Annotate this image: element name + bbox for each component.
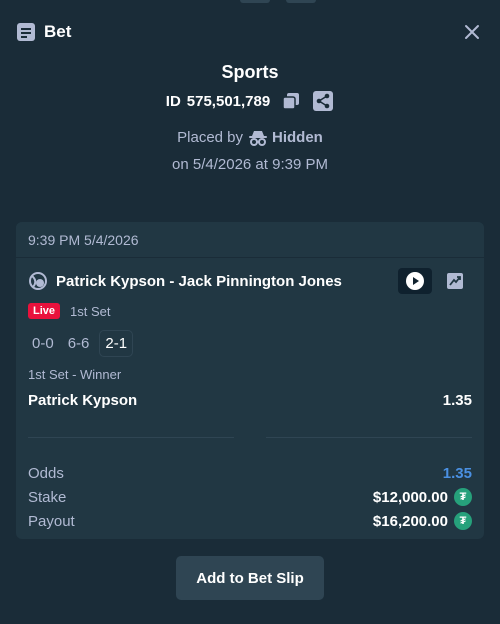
sport-title: Sports: [221, 62, 279, 82]
tether-icon: ₮: [454, 512, 472, 530]
stake-value-wrap: $12,000.00 ₮: [373, 488, 472, 506]
bet-totals: Odds 1.35 Stake $12,000.00 ₮ Payout $16,…: [28, 461, 472, 533]
selection-name: Patrick Kypson: [28, 392, 138, 409]
match-status-row: Live 1st Set: [28, 302, 472, 320]
score-sets: 0-0: [32, 334, 54, 352]
score-set-1: 6-6: [67, 334, 90, 352]
placed-by-username: Hidden: [272, 129, 323, 146]
stats-icon: [447, 273, 463, 289]
live-badge: Live: [28, 303, 61, 319]
live-stream-button[interactable]: [398, 268, 432, 294]
payout-value: $16,200.00: [372, 512, 448, 530]
bet-id-value: 575,501,789: [186, 92, 271, 110]
copy-icon: [282, 93, 300, 110]
copy-button[interactable]: [280, 90, 302, 112]
stake-row: Stake $12,000.00 ₮: [28, 485, 472, 509]
share-icon: [313, 91, 334, 111]
market-name: 1st Set - Winner: [28, 367, 122, 382]
placed-by-user: Hidden: [249, 129, 323, 146]
odds-label: Odds: [28, 464, 64, 482]
stats-button[interactable]: [438, 268, 472, 294]
odds-row: Odds 1.35: [28, 461, 472, 485]
play-icon: [406, 272, 424, 290]
placed-by-row: Placed by Hidden: [0, 129, 500, 146]
payout-row: Payout $16,200.00 ₮: [28, 509, 472, 533]
top-strip: [0, 0, 500, 6]
bet-slip-icon: [16, 22, 36, 42]
tether-icon: ₮: [454, 488, 472, 506]
divider: [28, 437, 472, 439]
selection-odds: 1.35: [442, 392, 472, 409]
bet-card-timestamp: 9:39 PM 5/4/2026: [16, 222, 484, 258]
tennis-ball-icon: [28, 271, 48, 291]
score-row: 0-0 6-6 2-1: [28, 329, 472, 357]
add-to-bet-slip-button[interactable]: Add to Bet Slip: [176, 556, 324, 600]
placed-by-label: Placed by: [177, 129, 244, 146]
payout-value-wrap: $16,200.00 ₮: [373, 512, 472, 530]
match-period: 1st Set: [70, 303, 111, 319]
stake-value: $12,000.00: [372, 488, 448, 506]
bet-card: 9:39 PM 5/4/2026 Patrick Kypson - Jack P…: [16, 222, 484, 539]
close-icon: [465, 25, 479, 39]
share-button[interactable]: [312, 90, 334, 112]
event-name[interactable]: Patrick Kypson - Jack Pinnington Jones: [56, 273, 342, 290]
stake-label: Stake: [28, 488, 67, 506]
selection-row: Patrick Kypson 1.35: [28, 392, 472, 409]
bet-id-row: ID 575,501,789: [0, 89, 500, 113]
close-button[interactable]: [460, 20, 484, 44]
modal-title: Bet: [44, 22, 72, 41]
payout-label: Payout: [28, 512, 75, 530]
incognito-icon: [249, 130, 268, 146]
odds-value: 1.35: [442, 464, 472, 482]
event-row: Patrick Kypson - Jack Pinnington Jones: [28, 268, 472, 294]
bet-id-prefix: ID: [165, 92, 181, 110]
score-set-2: 2-1: [99, 329, 134, 357]
modal-header: Bet: [16, 18, 484, 46]
bet-summary: Sports ID 575,501,789 Placed by Hidden o…: [0, 62, 500, 173]
placed-date: on 5/4/2026 at 9:39 PM: [172, 156, 328, 173]
